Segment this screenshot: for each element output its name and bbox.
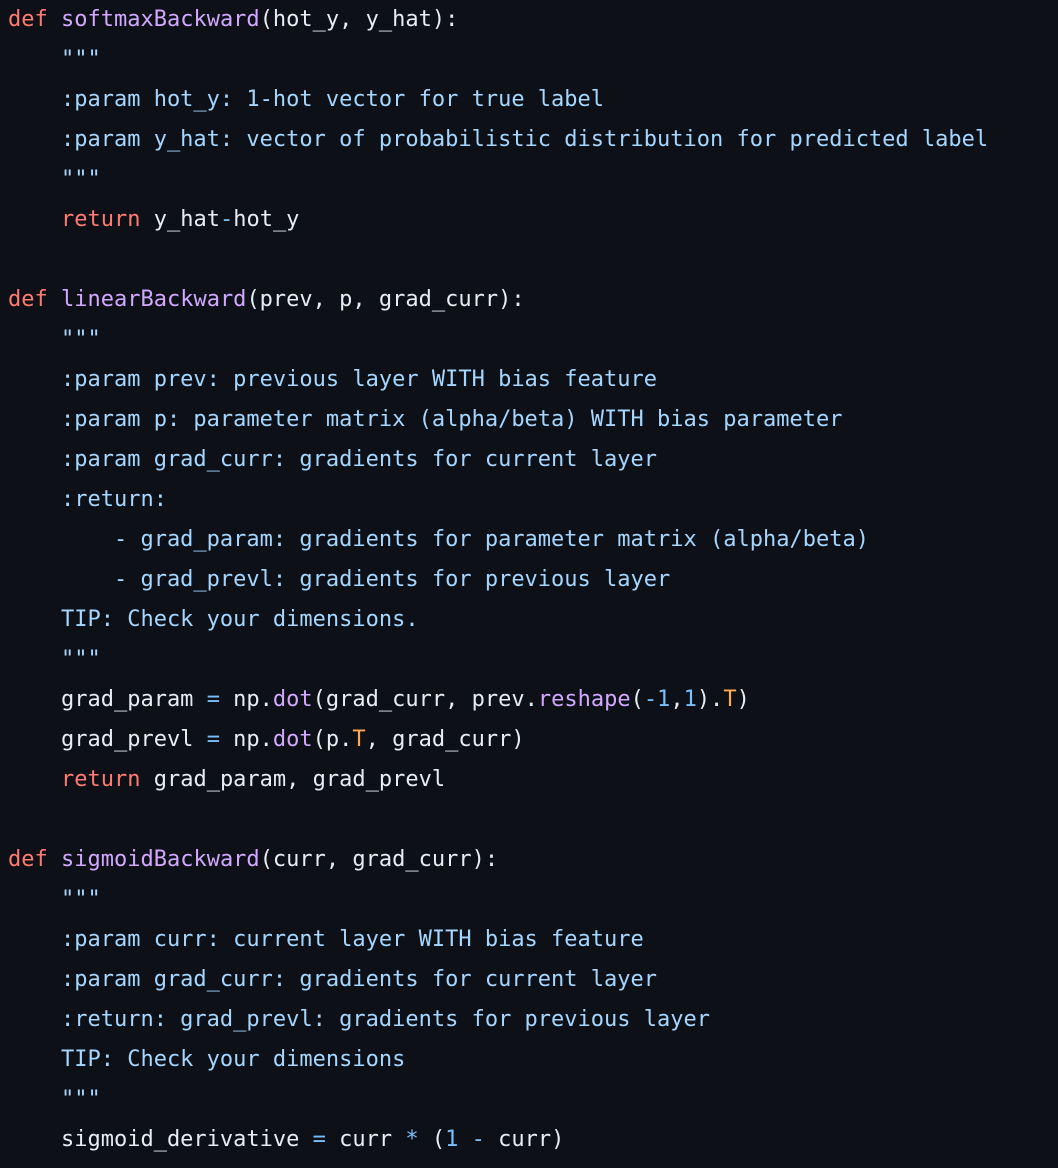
code-line: :param y_hat: vector of probabilistic di…: [8, 120, 988, 160]
code-line: :param p: parameter matrix (alpha/beta) …: [8, 400, 988, 440]
code-token: TIP: Check your dimensions: [8, 1047, 406, 1072]
code-token: grad_param: [8, 687, 207, 712]
code-token: 1: [683, 687, 697, 712]
code-token: *: [405, 1127, 419, 1152]
code-line: - grad_param: gradients for parameter ma…: [8, 520, 988, 560]
code-token: np.: [219, 727, 273, 752]
code-line: :param hot_y: 1-hot vector for true labe…: [8, 80, 988, 120]
code-token: ,: [670, 687, 684, 712]
code-line: :param curr: current layer WITH bias fea…: [8, 920, 988, 960]
code-token: ): [736, 687, 750, 712]
code-line: """: [8, 1080, 988, 1120]
code-line: """: [8, 640, 988, 680]
code-token: """: [8, 327, 101, 352]
code-token: 1: [445, 1127, 459, 1152]
code-token: :param hot_y: 1-hot vector for true labe…: [8, 87, 605, 112]
code-token: :return: grad_prevl: gradients for previ…: [8, 1007, 710, 1032]
code-line: :param grad_curr: gradients for current …: [8, 440, 988, 480]
code-token: :param grad_curr: gradients for current …: [8, 447, 658, 472]
code-token: dot: [272, 727, 313, 752]
code-line: def sigmoidBackward(curr, grad_curr):: [8, 840, 988, 880]
code-line: """: [8, 40, 988, 80]
code-token: grad_prevl: [8, 727, 207, 752]
code-token: =: [206, 687, 220, 712]
code-token: - grad_prevl: gradients for previous lay…: [8, 567, 671, 592]
code-token: """: [8, 167, 101, 192]
code-token: =: [312, 1127, 326, 1152]
code-token: curr: [325, 1127, 406, 1152]
code-token: (hot_y, y_hat):: [259, 7, 459, 32]
code-token: reshape: [537, 687, 631, 712]
code-token: sigmoidBackward: [61, 847, 260, 872]
code-line: :return: grad_prevl: gradients for previ…: [8, 1000, 988, 1040]
code-token: (: [418, 1127, 446, 1152]
code-token: """: [8, 887, 101, 912]
code-token: -1: [643, 687, 671, 712]
code-line: """: [8, 160, 988, 200]
code-line: :return:: [8, 480, 988, 520]
code-line: """: [8, 880, 988, 920]
code-token: y_hat: [140, 207, 220, 232]
code-token: -: [219, 207, 234, 232]
code-token: """: [8, 1087, 101, 1112]
code-line: def softmaxBackward(hot_y, y_hat):: [8, 0, 988, 40]
code-token: - grad_param: gradients for parameter ma…: [8, 527, 869, 552]
code-line: :param grad_curr: gradients for current …: [8, 960, 988, 1000]
code-token: :return:: [8, 487, 167, 512]
code-line: TIP: Check your dimensions: [8, 1040, 988, 1080]
code-token: sigmoid_derivative: [8, 1127, 313, 1152]
code-token: :param curr: current layer WITH bias fea…: [8, 927, 644, 952]
code-token: """: [8, 47, 101, 72]
code-line: :param prev: previous layer WITH bias fe…: [8, 360, 988, 400]
code-line: grad_prevl = np.dot(p.T, grad_curr): [8, 720, 988, 760]
code-token: (grad_curr, prev.: [312, 687, 538, 712]
code-token: , grad_curr): [365, 727, 525, 752]
code-token: softmaxBackward: [61, 7, 260, 32]
code-token: def: [8, 7, 48, 32]
code-line: def linearBackward(prev, p, grad_curr):: [8, 280, 988, 320]
code-token: :param p: parameter matrix (alpha/beta) …: [8, 407, 843, 432]
code-token: (prev, p, grad_curr):: [246, 287, 525, 312]
code-token: """: [8, 647, 101, 672]
code-token: grad_param, grad_prevl: [140, 767, 446, 792]
code-token: curr): [484, 1127, 565, 1152]
code-line: return y_hat-hot_y: [8, 200, 988, 240]
code-token: TIP: Check your dimensions.: [8, 607, 419, 632]
code-token: (curr, grad_curr):: [259, 847, 499, 872]
code-token: def: [8, 847, 48, 872]
code-token: hot_y: [233, 207, 300, 232]
code-token: linearBackward: [61, 287, 247, 312]
code-line: return grad_param, grad_prevl: [8, 760, 988, 800]
code-token: dot: [272, 687, 313, 712]
code-line: """: [8, 320, 988, 360]
code-token: np.: [219, 687, 273, 712]
code-line: TIP: Check your dimensions.: [8, 600, 988, 640]
code-block: def softmaxBackward(hot_y, y_hat): """ :…: [8, 0, 988, 1160]
code-token: def: [8, 287, 48, 312]
code-token: return: [60, 767, 141, 792]
code-token: (: [630, 687, 644, 712]
code-line: grad_param = np.dot(grad_curr, prev.resh…: [8, 680, 988, 720]
code-line: sigmoid_derivative = curr * (1 - curr): [8, 1120, 988, 1160]
code-token: =: [206, 727, 220, 752]
code-token: T: [352, 727, 366, 752]
code-token: (p.: [312, 727, 353, 752]
code-token: -: [471, 1127, 485, 1152]
code-token: :param grad_curr: gradients for current …: [8, 967, 658, 992]
code-token: T: [723, 687, 737, 712]
code-token: :param prev: previous layer WITH bias fe…: [8, 367, 658, 392]
code-token: return: [60, 207, 141, 232]
code-line: - grad_prevl: gradients for previous lay…: [8, 560, 988, 600]
code-token: ).: [696, 687, 724, 712]
code-token: :param y_hat: vector of probabilistic di…: [8, 127, 989, 152]
